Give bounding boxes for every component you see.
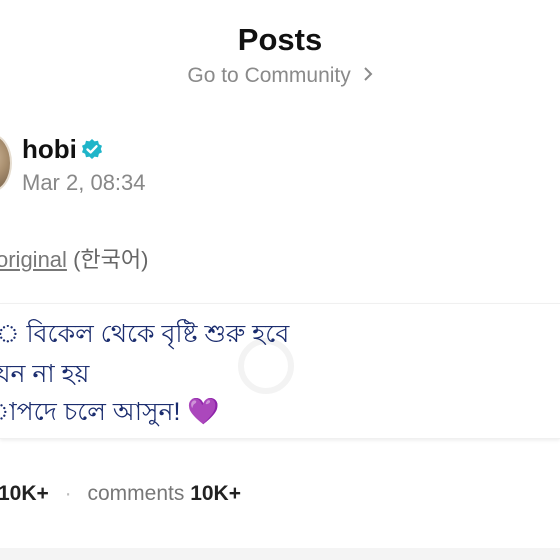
- post-text-line-content: াপদে চলে আসুন!: [0, 398, 181, 426]
- author-name[interactable]: hobi: [22, 134, 77, 165]
- comments-count[interactable]: 10K+: [190, 482, 241, 505]
- post-author: hobi Mar 2, 08:34: [0, 128, 560, 208]
- post-text-line: াপদে চলে আসুন! 💜: [0, 392, 220, 435]
- verified-badge-icon: [80, 138, 104, 162]
- comments-label[interactable]: comments: [87, 482, 184, 505]
- go-to-community-link[interactable]: Go to Community: [0, 64, 560, 88]
- post-text-line: যেন না হয়: [0, 360, 90, 388]
- avatar[interactable]: [0, 134, 12, 192]
- chevron-right-icon: [363, 64, 373, 88]
- section-divider: [0, 548, 560, 560]
- post-body: ে বিকেল থেকে বৃষ্টি শুরু হবে যেন না হয় …: [0, 303, 560, 439]
- post-stats: 10K+ · comments 10K+: [0, 482, 241, 506]
- likes-count[interactable]: 10K+: [0, 482, 49, 505]
- purple-heart-emoji: 💜: [187, 396, 220, 426]
- post-text-line: ে বিকেল থেকে বৃষ্টি শুরু হবে: [0, 320, 290, 348]
- translation-toggle: original (한국어): [0, 242, 148, 274]
- community-link-label: Go to Community: [187, 64, 351, 87]
- separator-dot: ·: [64, 482, 72, 505]
- see-original-link[interactable]: original: [0, 247, 67, 272]
- page-title: Posts: [237, 22, 323, 57]
- original-language: (한국어): [73, 247, 149, 272]
- post-timestamp: Mar 2, 08:34: [22, 170, 146, 195]
- page-header: Posts Go to Community: [0, 0, 560, 100]
